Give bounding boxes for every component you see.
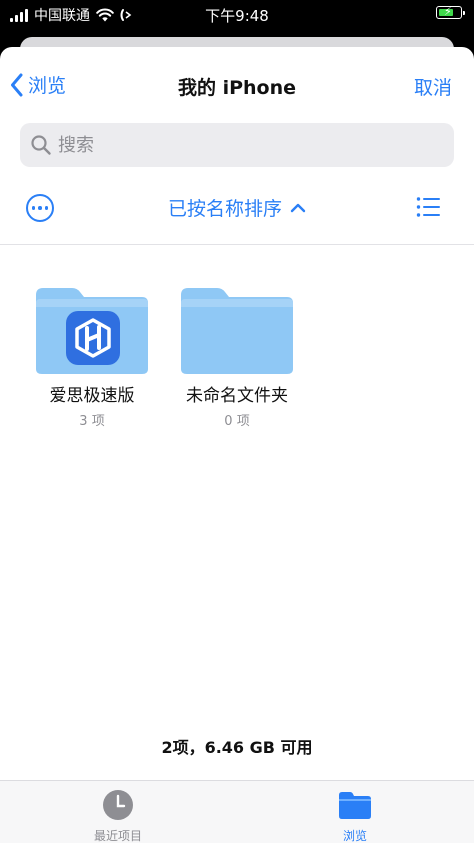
clock-icon	[103, 790, 133, 820]
folder-item[interactable]: 未命名文件夹 0 项	[179, 285, 295, 429]
folder-name: 爱思极速版	[49, 386, 135, 406]
battery-icon: ⚡	[436, 5, 465, 19]
status-time: 下午9:48	[205, 7, 269, 25]
chevron-up-icon	[290, 203, 306, 212]
folder-icon	[34, 285, 150, 375]
search-bar[interactable]	[20, 123, 454, 167]
tab-browse-label: 浏览	[342, 829, 367, 843]
toolbar: 已按名称排序	[0, 182, 474, 232]
folder-item-count: 3 项	[79, 414, 105, 429]
page-title: 我的 iPhone	[177, 77, 297, 99]
folder-icon	[179, 285, 295, 375]
tab-browse[interactable]: 浏览	[305, 789, 405, 843]
storage-summary: 2项，6.46 GB 可用	[161, 738, 313, 757]
tab-recents[interactable]: 最近项目	[68, 789, 168, 843]
sort-button[interactable]: 已按名称排序	[168, 194, 306, 221]
app-badge-icon	[66, 311, 120, 365]
divider	[0, 244, 474, 245]
folder-item[interactable]: 爱思极速版 3 项	[34, 285, 150, 429]
files-sheet: 浏览 我的 iPhone 取消 已按名称排序	[0, 47, 474, 843]
search-icon	[31, 135, 51, 155]
sort-control: 已按名称排序	[0, 194, 474, 221]
folder-name: 未命名文件夹	[186, 386, 288, 406]
sort-label: 已按名称排序	[167, 198, 282, 220]
folder-item-count: 0 项	[224, 414, 250, 429]
folder-icon	[339, 792, 371, 819]
list-view-icon[interactable]	[416, 196, 440, 218]
search-input[interactable]	[58, 134, 418, 156]
cancel-button[interactable]: 取消	[414, 73, 452, 100]
tab-recents-label: 最近项目	[93, 829, 142, 843]
navigation-bar: 浏览 我的 iPhone 取消	[0, 47, 474, 123]
tab-bar: 最近项目 浏览	[0, 780, 474, 843]
status-bar: 中国联通 下午9:48 ⚡	[0, 0, 474, 28]
